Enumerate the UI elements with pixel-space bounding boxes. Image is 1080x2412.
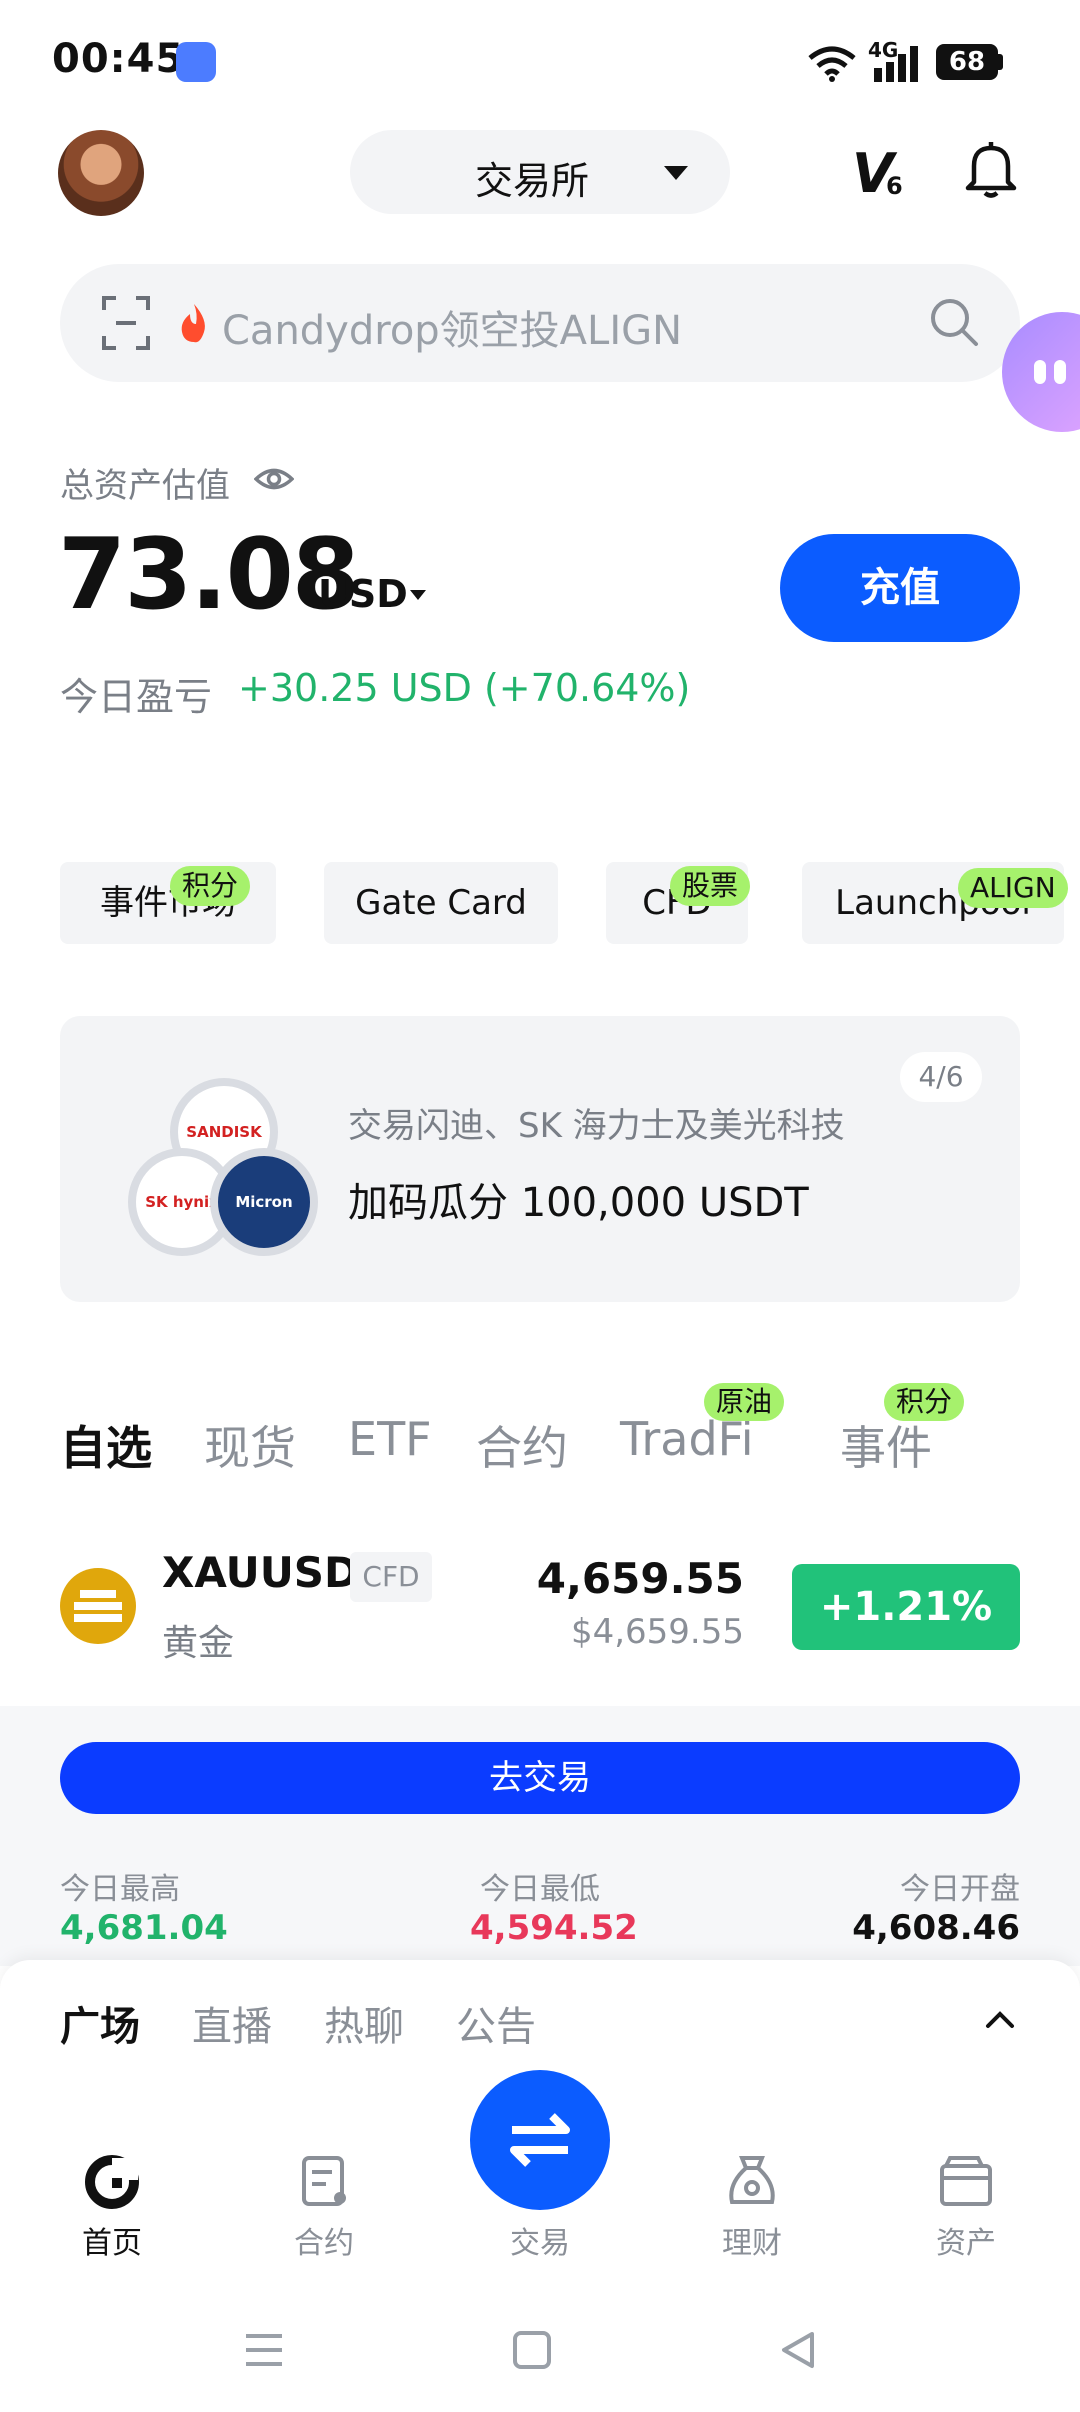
- status-time: 00:45: [52, 36, 185, 82]
- chevron-up-icon[interactable]: [984, 2010, 1016, 2030]
- nav-home[interactable]: [52, 2154, 172, 2214]
- ticker-price: 4,659.55: [536, 1554, 744, 1603]
- home-square-icon[interactable]: [512, 2330, 552, 2370]
- feed-tab-hot-chat[interactable]: 热聊: [324, 1994, 404, 2052]
- stat-high-label: 今日最高: [60, 1872, 180, 1907]
- battery-indicator: 68: [936, 44, 998, 80]
- ticker-name: 黄金: [162, 1623, 235, 1664]
- battery-tip: [998, 54, 1003, 70]
- search-placeholder[interactable]: Candydrop领空投ALIGN: [222, 298, 682, 356]
- wallet-icon: [940, 2156, 992, 2206]
- stat-high-value: 4,681.04: [60, 1908, 228, 1948]
- vip-level[interactable]: 6: [886, 172, 903, 200]
- tab-badge: 原油: [704, 1383, 785, 1421]
- chip-badge: ALIGN: [958, 868, 1068, 908]
- home-icon: [85, 2155, 139, 2209]
- eye-icon[interactable]: [254, 464, 294, 494]
- stat-open-value: 4,608.46: [852, 1908, 1020, 1948]
- ticker-change[interactable]: +1.21%: [792, 1564, 1020, 1650]
- tab-badge: 积分: [884, 1383, 965, 1421]
- search-icon[interactable]: [928, 296, 980, 348]
- tab-events[interactable]: 事件: [840, 1412, 932, 1478]
- nav-label-assets[interactable]: 资产: [906, 2218, 1026, 2262]
- tab-futures[interactable]: 合约: [476, 1412, 568, 1478]
- tab-spot[interactable]: 现货: [204, 1412, 296, 1478]
- go-trade-button[interactable]: 去交易: [60, 1742, 1020, 1814]
- ticker-tag: CFD: [350, 1552, 432, 1602]
- total-assets-label: 总资产估值: [60, 466, 230, 506]
- scan-icon[interactable]: [102, 296, 150, 350]
- swap-icon[interactable]: [506, 2106, 574, 2174]
- caret-down-icon[interactable]: [664, 166, 688, 180]
- bell-icon[interactable]: [964, 140, 1018, 198]
- futures-icon: [302, 2156, 346, 2206]
- micron-logo: Micron: [210, 1148, 318, 1256]
- nav-futures[interactable]: [264, 2154, 384, 2214]
- earn-icon: [729, 2156, 775, 2204]
- tab-etf[interactable]: ETF: [348, 1412, 432, 1466]
- banner-title: 加码瓜分 100,000 USDT: [348, 1180, 809, 1226]
- stat-low-value: 4,594.52: [470, 1908, 638, 1948]
- app-notification-icon: [176, 42, 216, 82]
- exchange-label[interactable]: 交易所: [475, 150, 589, 205]
- assistant-eye-left: [1034, 360, 1046, 384]
- ticker-price-usd: $4,659.55: [570, 1612, 744, 1652]
- wifi-icon: [808, 46, 856, 82]
- nav-label-home[interactable]: 首页: [52, 2218, 172, 2262]
- signal-icon: [874, 46, 918, 82]
- chip-gate-card[interactable]: Gate Card: [324, 862, 558, 944]
- stat-open-label: 今日开盘: [900, 1872, 1020, 1907]
- banner-subtitle: 交易闪迪、SK 海力士及美光科技: [348, 1106, 845, 1146]
- back-icon[interactable]: [778, 2330, 818, 2370]
- assistant-eye-right: [1054, 360, 1066, 384]
- gold-bars-glyph: [74, 1590, 122, 1622]
- avatar[interactable]: [58, 130, 144, 216]
- pnl-value: +30.25 USD (+70.64%): [238, 666, 691, 710]
- fire-icon: [181, 304, 205, 343]
- total-assets-value: 73.08: [58, 518, 360, 632]
- feed-tab-live[interactable]: 直播: [192, 1994, 272, 2052]
- nav-label-futures[interactable]: 合约: [264, 2218, 384, 2262]
- chip-badge: 股票: [670, 866, 751, 906]
- currency-selector[interactable]: USD: [318, 572, 408, 616]
- pnl-label: 今日盈亏: [60, 675, 213, 719]
- caret-down-icon[interactable]: [410, 590, 426, 600]
- status-bar: 00:45 4G 68: [0, 0, 1080, 120]
- stat-low-label: 今日最低: [480, 1872, 600, 1907]
- banner-page-indicator: 4/6: [900, 1052, 982, 1102]
- menu-icon[interactable]: [244, 2330, 284, 2370]
- nav-earn[interactable]: [692, 2154, 812, 2214]
- deposit-button[interactable]: 充值: [780, 534, 1020, 642]
- chip-badge: 积分: [170, 866, 251, 906]
- ticker-symbol[interactable]: XAUUSD: [162, 1548, 359, 1597]
- tab-favorites[interactable]: 自选: [60, 1412, 152, 1478]
- feed-tab-square[interactable]: 广场: [60, 1994, 140, 2052]
- nav-label-earn[interactable]: 理财: [692, 2218, 812, 2262]
- nav-assets[interactable]: [906, 2154, 1026, 2214]
- nav-label-trade[interactable]: 交易: [480, 2218, 600, 2262]
- feed-tab-announcements[interactable]: 公告: [456, 1994, 536, 2052]
